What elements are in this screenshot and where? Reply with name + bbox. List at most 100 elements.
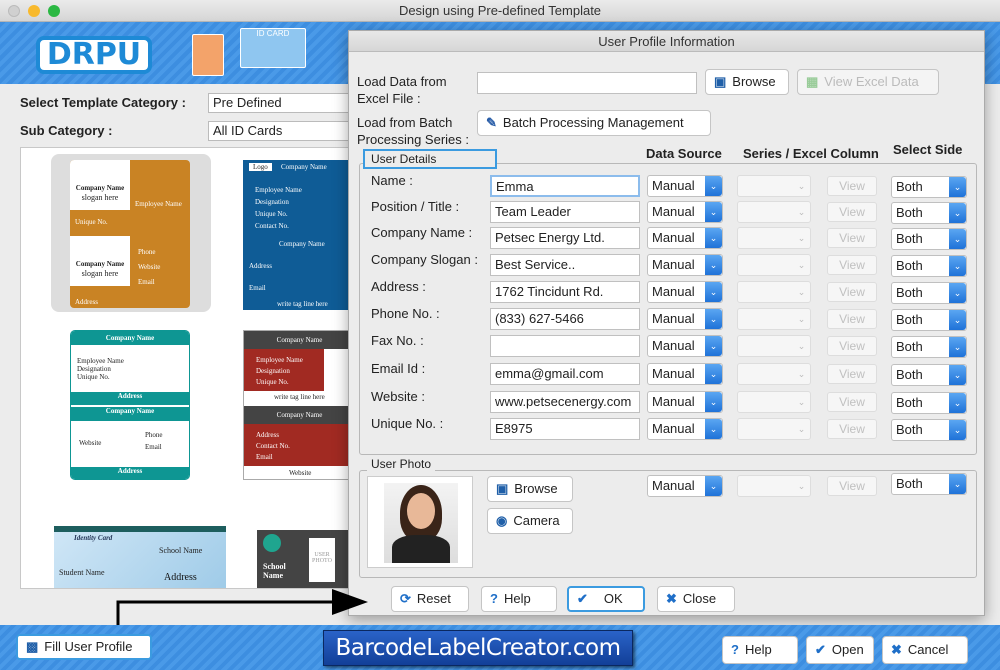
chevron-down-icon: ⌄ [949, 474, 966, 494]
view-button[interactable]: View [827, 282, 877, 302]
sub-category-label: Sub Category : [20, 123, 113, 138]
select-side-select[interactable]: Both ⌄ [891, 419, 967, 441]
zoom-window-button[interactable] [48, 5, 60, 17]
select-side-select[interactable]: Both ⌄ [891, 336, 967, 358]
dialog-help-button[interactable]: ? Help [481, 586, 557, 612]
series-column-select[interactable]: ⌄ [737, 254, 811, 276]
excel-icon: ▦ [806, 74, 819, 89]
template-gallery[interactable]: Company Name slogan here Employee Name Un… [20, 147, 355, 589]
photo-side-select[interactable]: Both ⌄ [891, 473, 967, 495]
select-side-select[interactable]: Both ⌄ [891, 282, 967, 304]
batch-processing-button[interactable]: ✎ Batch Processing Management [477, 110, 711, 136]
chevron-down-icon: ⌄ [949, 256, 966, 276]
view-excel-data-button[interactable]: ▦ View Excel Data [797, 69, 939, 95]
minimize-window-button[interactable] [28, 5, 40, 17]
template-card-3[interactable]: Company Name Employee Name Designation U… [70, 330, 190, 480]
data-source-select[interactable]: Manual ⌄ [647, 363, 723, 385]
data-source-select[interactable]: Manual ⌄ [647, 254, 723, 276]
select-side-select[interactable]: Both ⌄ [891, 176, 967, 198]
chevron-down-icon: ⌄ [705, 419, 722, 439]
open-button[interactable]: ✔ Open [806, 636, 874, 664]
chevron-down-icon: ⌄ [949, 177, 966, 197]
data-source-select[interactable]: Manual ⌄ [647, 201, 723, 223]
field-input[interactable] [490, 335, 640, 357]
excel-browse-button[interactable]: ▣ Browse [705, 69, 789, 95]
template-card-4[interactable]: Company Name Employee Name Designation Uni… [243, 330, 354, 480]
data-source-select[interactable]: Manual ⌄ [647, 308, 723, 330]
refresh-icon: ⟳ [400, 591, 411, 606]
series-column-select[interactable]: ⌄ [737, 201, 811, 223]
field-input[interactable]: 1762 Tincidunt Rd. [490, 281, 640, 303]
help-button[interactable]: ? Help [722, 636, 798, 664]
close-button[interactable]: ✖ Close [657, 586, 735, 612]
field-input[interactable]: Best Service.. [490, 254, 640, 276]
view-button[interactable]: View [827, 336, 877, 356]
chevron-down-icon: ⌄ [705, 255, 722, 275]
field-input[interactable]: Team Leader [490, 201, 640, 223]
chevron-down-icon: ⌄ [705, 282, 722, 302]
camera-button[interactable]: ◉ Camera [487, 508, 573, 534]
data-source-header: Data Source [646, 146, 722, 161]
camera-icon: ◉ [496, 513, 508, 528]
view-button[interactable]: View [827, 364, 877, 384]
field-input[interactable]: E8975 [490, 418, 640, 440]
field-input[interactable]: Petsec Energy Ltd. [490, 227, 640, 249]
series-column-select[interactable]: ⌄ [737, 175, 811, 197]
view-button[interactable]: View [827, 309, 877, 329]
field-label: Phone No. : [371, 306, 440, 321]
template-address-text: Address [164, 572, 197, 583]
series-column-select[interactable]: ⌄ [737, 281, 811, 303]
close-window-button[interactable] [8, 5, 20, 17]
view-button[interactable]: View [827, 255, 877, 275]
photo-browse-button[interactable]: ▣ Browse [487, 476, 573, 502]
ok-button[interactable]: ✔ OK [567, 586, 645, 612]
select-side-select[interactable]: Both ⌄ [891, 255, 967, 277]
company-name-text: Company Name [75, 184, 125, 192]
field-input[interactable]: Emma [490, 175, 640, 197]
sub-category-select[interactable]: All ID Cards [208, 121, 353, 141]
excel-file-label: Load Data from Excel File : [357, 74, 447, 106]
template-card-6[interactable]: School Name USER PHOTO [257, 530, 354, 588]
template-card-1[interactable]: Company Name slogan here Employee Name Un… [70, 160, 190, 308]
select-side-select[interactable]: Both ⌄ [891, 364, 967, 386]
series-column-select[interactable]: ⌄ [737, 363, 811, 385]
reset-button[interactable]: ⟳ Reset [391, 586, 469, 612]
series-column-select[interactable]: ⌄ [737, 391, 811, 413]
series-column-select[interactable]: ⌄ [737, 227, 811, 249]
template-card-2[interactable]: Logo Company Name Employee Name Designat… [243, 160, 354, 310]
template-card-5[interactable]: Identity Card School Name Student Name A… [54, 526, 226, 588]
data-source-select[interactable]: Manual ⌄ [647, 335, 723, 357]
fill-user-profile-button[interactable]: ▩ Fill User Profile [16, 634, 152, 660]
template-category-select[interactable]: Pre Defined [208, 93, 353, 113]
user-profile-dialog: User Profile Information Load Data from … [348, 30, 985, 616]
data-source-select[interactable]: Manual ⌄ [647, 175, 723, 197]
field-label: Company Slogan : [371, 252, 478, 267]
view-button[interactable]: View [827, 228, 877, 248]
field-input[interactable]: www.petsecenergy.com [490, 391, 640, 413]
series-column-select[interactable]: ⌄ [737, 335, 811, 357]
chevron-down-icon: ⌄ [705, 309, 722, 329]
photo-series-select[interactable]: ⌄ [737, 475, 811, 497]
select-side-select[interactable]: Both ⌄ [891, 202, 967, 224]
view-button[interactable]: View [827, 202, 877, 222]
field-input[interactable]: (833) 627-5466 [490, 308, 640, 330]
series-column-select[interactable]: ⌄ [737, 308, 811, 330]
select-side-select[interactable]: Both ⌄ [891, 228, 967, 250]
series-column-select[interactable]: ⌄ [737, 418, 811, 440]
data-source-select[interactable]: Manual ⌄ [647, 227, 723, 249]
data-source-select[interactable]: Manual ⌄ [647, 391, 723, 413]
select-side-select[interactable]: Both ⌄ [891, 392, 967, 414]
data-source-select[interactable]: Manual ⌄ [647, 281, 723, 303]
template-category-label: Select Template Category : [20, 95, 186, 110]
excel-file-input[interactable] [477, 72, 697, 94]
view-button[interactable]: View [827, 392, 877, 412]
select-side-select[interactable]: Both ⌄ [891, 309, 967, 331]
photo-view-button[interactable]: View [827, 476, 877, 496]
field-input[interactable]: emma@gmail.com [490, 363, 640, 385]
view-button[interactable]: View [827, 419, 877, 439]
chevron-down-icon: ⌄ [797, 287, 806, 297]
data-source-select[interactable]: Manual ⌄ [647, 418, 723, 440]
photo-data-source-select[interactable]: Manual ⌄ [647, 475, 723, 497]
view-button[interactable]: View [827, 176, 877, 196]
cancel-button[interactable]: ✖ Cancel [882, 636, 968, 664]
